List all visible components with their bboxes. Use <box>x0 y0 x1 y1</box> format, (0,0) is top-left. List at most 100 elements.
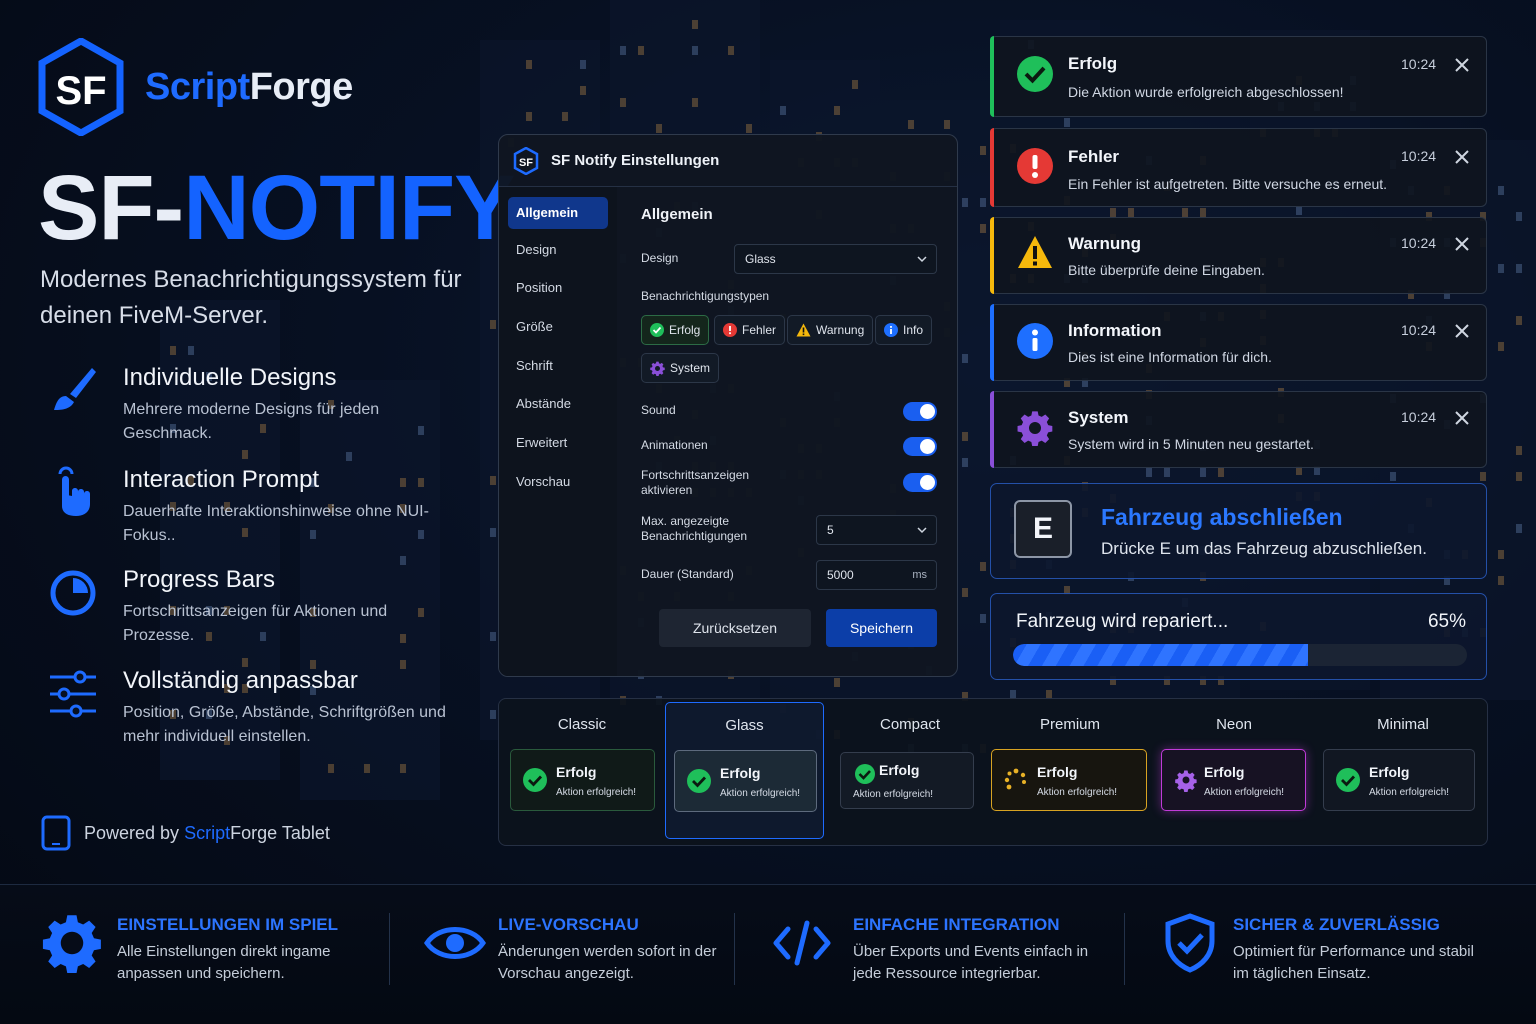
animations-label: Animationen <box>641 438 708 452</box>
check-circle-icon <box>687 769 711 793</box>
settings-window: SF SF Notify Einstellungen Allgemein Des… <box>498 134 958 677</box>
settings-titlebar: SF SF Notify Einstellungen <box>499 135 957 187</box>
close-icon[interactable] <box>1454 323 1470 339</box>
type-chip-fehler[interactable]: Fehler <box>714 315 786 345</box>
duration-input[interactable]: 5000 ms <box>816 560 937 590</box>
sidebar-item-abstaende[interactable]: Abstände <box>508 388 608 420</box>
design-option-glass[interactable]: Glass Erfolg Aktion erfolgreich! <box>665 702 824 839</box>
progress-label: Fortschrittsanzeigen aktivieren <box>641 468 750 497</box>
sidebar-item-position[interactable]: Position <box>508 272 608 304</box>
sidebar-item-allgemein[interactable]: Allgemein <box>508 197 608 229</box>
type-chip-erfolg[interactable]: Erfolg <box>641 315 710 345</box>
save-button[interactable]: Speichern <box>826 609 937 647</box>
footer-item-settings: EINSTELLUNGEN IM SPIEL Alle Einstellunge… <box>42 911 372 1001</box>
scriptforge-logo-icon: SF <box>513 146 539 175</box>
footer-features: EINSTELLUNGEN IM SPIEL Alle Einstellunge… <box>0 884 1536 1024</box>
settings-title: SF Notify Einstellungen <box>551 152 720 169</box>
gear-icon <box>1175 770 1197 792</box>
design-option-premium[interactable]: Premium Erfolg Aktion erfolgreich! <box>991 699 1149 845</box>
code-icon <box>773 920 831 966</box>
footer-item-integration: EINFACHE INTEGRATION Über Exports und Ev… <box>772 911 1102 1001</box>
error-circle-icon <box>1017 148 1053 184</box>
progress-notification: Fahrzeug wird repariert... 65% <box>990 593 1487 680</box>
reset-button[interactable]: Zurücksetzen <box>659 609 811 647</box>
notification-warning: Warnung Bitte überprüfe deine Eingaben. … <box>990 217 1487 294</box>
gear-icon <box>42 915 101 973</box>
info-circle-icon <box>884 323 898 337</box>
check-circle-icon <box>1336 768 1360 792</box>
chevron-down-icon <box>917 256 927 263</box>
sound-label: Sound <box>641 403 676 417</box>
prompt-title: Fahrzeug abschließen <box>1101 504 1343 530</box>
sidebar-item-design[interactable]: Design <box>508 234 608 266</box>
settings-sidebar: Allgemein Design Position Größe Schrift … <box>499 187 617 676</box>
sidebar-item-schrift[interactable]: Schrift <box>508 350 608 382</box>
scriptforge-logo-icon: SF <box>38 38 124 136</box>
interaction-prompt: E Fahrzeug abschließen Drücke E um das F… <box>990 483 1487 579</box>
progress-percent: 65% <box>1427 611 1466 632</box>
tablet-icon <box>41 815 71 851</box>
close-icon[interactable] <box>1454 236 1470 252</box>
design-label-text: Design <box>641 251 679 265</box>
gear-icon <box>1017 411 1053 446</box>
type-chip-info[interactable]: Info <box>875 315 933 345</box>
design-select[interactable]: Glass <box>734 244 937 274</box>
type-chip-warnung[interactable]: Warnung <box>787 315 874 345</box>
close-icon[interactable] <box>1454 410 1470 426</box>
sidebar-item-groesse[interactable]: Größe <box>508 311 608 343</box>
feature-interaction-prompt: Interaction Prompt Dauerhafte Interaktio… <box>46 466 446 562</box>
max-notifications-label: Max. angezeigte Benachrichtigungen <box>641 514 748 543</box>
design-preview-strip: Classic Erfolg Aktion erfolgreich! Glass … <box>498 698 1488 846</box>
check-circle-icon <box>650 323 664 337</box>
brush-icon <box>54 368 96 410</box>
duration-label: Dauer (Standard) <box>641 567 734 581</box>
pointer-hand-icon <box>58 466 90 516</box>
types-label: Benachrichtigungstypen <box>641 289 770 303</box>
svg-text:SF: SF <box>519 157 533 169</box>
feature-individual-designs: Individuelle Designs Mehrere moderne Des… <box>46 364 446 460</box>
svg-text:SF: SF <box>55 69 106 113</box>
sidebar-item-erweitert[interactable]: Erweitert <box>508 427 608 459</box>
sidebar-item-vorschau[interactable]: Vorschau <box>508 466 608 498</box>
footer-item-preview: LIVE-VORSCHAU Änderungen werden sofort i… <box>424 911 716 1001</box>
sliders-icon <box>50 670 96 718</box>
animations-toggle[interactable] <box>903 437 937 456</box>
section-title: Allgemein <box>641 206 713 223</box>
shield-check-icon <box>1165 913 1215 973</box>
warning-triangle-icon <box>796 323 811 337</box>
progress-label: Fahrzeug wird repariert... <box>1016 611 1229 632</box>
type-chip-system[interactable]: System <box>641 353 720 383</box>
check-circle-icon <box>523 768 547 792</box>
notification-success: Erfolg Die Aktion wurde erfolgreich abge… <box>990 36 1487 117</box>
settings-pane: Allgemein Design Glass Benachrichtigungs… <box>617 187 957 676</box>
warning-triangle-icon <box>1018 236 1052 268</box>
design-option-compact[interactable]: Compact Erfolg Aktion erfolgreich! <box>829 699 991 845</box>
progress-toggle[interactable] <box>903 473 937 492</box>
close-icon[interactable] <box>1454 57 1470 73</box>
notification-system: System System wird in 5 Minuten neu gest… <box>990 391 1487 468</box>
max-notifications-select[interactable]: 5 <box>816 515 937 545</box>
design-option-neon[interactable]: Neon Erfolg Aktion erfolgreich! <box>1159 699 1309 845</box>
design-option-minimal[interactable]: Minimal Erfolg Aktion erfolgreich! <box>1319 699 1487 845</box>
prompt-text: Drücke E um das Fahrzeug abzuschließen. <box>1101 539 1427 558</box>
footer-item-secure: SICHER & ZUVERLÄSSIG Optimiert für Perfo… <box>1160 911 1490 1001</box>
eye-icon <box>424 927 486 959</box>
progress-icon <box>50 570 96 616</box>
design-option-classic[interactable]: Classic Erfolg Aktion erfolgreich! <box>499 699 665 845</box>
notification-info: Information Dies ist eine Information fü… <box>990 304 1487 381</box>
hero-title: SF-NOTIFY <box>38 157 516 259</box>
powered-by: Powered by ScriptForge Tablet <box>40 815 330 851</box>
notification-error: Fehler Ein Fehler ist aufgetreten. Bitte… <box>990 128 1487 207</box>
spinner-icon <box>1004 768 1026 790</box>
gear-icon <box>650 361 665 376</box>
error-circle-icon <box>723 323 737 337</box>
check-circle-icon <box>1017 56 1053 92</box>
info-circle-icon <box>1017 323 1053 359</box>
sound-toggle[interactable] <box>903 402 937 421</box>
key-badge: E <box>1014 500 1072 558</box>
chevron-down-icon <box>917 527 927 534</box>
progress-fill <box>1013 644 1309 666</box>
hero-tagline: Modernes Benachrichtigungssystem für dei… <box>40 266 462 329</box>
feature-customizable: Vollständig anpassbar Position, Größe, A… <box>46 667 446 763</box>
close-icon[interactable] <box>1454 149 1470 165</box>
